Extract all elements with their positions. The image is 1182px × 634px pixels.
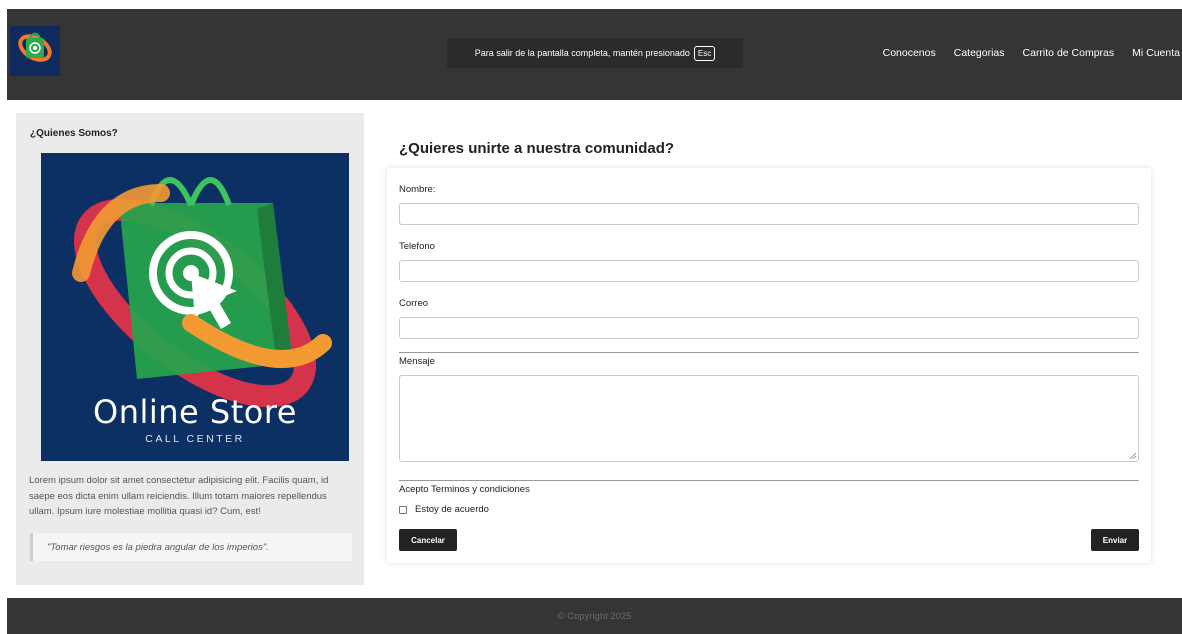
hero-title: Online Store [93,393,297,431]
name-field[interactable] [399,203,1139,225]
nav-carrito[interactable]: Carrito de Compras [1023,47,1115,59]
resize-handle-icon[interactable] [1130,453,1136,459]
fullscreen-notice: Para salir de la pantalla completa, mant… [447,38,743,68]
site-header: Para salir de la pantalla completa, mant… [7,9,1182,100]
copyright-text: © Copyright 2025 [557,610,632,622]
terms-divider [399,480,1139,481]
message-textarea[interactable] [399,375,1139,462]
email-field[interactable] [399,317,1139,339]
nav-conocenos[interactable]: Conocenos [883,47,936,59]
cancel-button[interactable]: Cancelar [399,529,457,551]
agree-checkbox[interactable] [399,505,407,514]
message-divider [399,352,1139,353]
agree-row: Estoy de acuerdo [399,504,489,515]
fullscreen-notice-text: Para salir de la pantalla completa, mant… [474,48,690,58]
about-paragraph: Lorem ipsum dolor sit amet consectetur a… [29,475,329,517]
store-logo[interactable] [10,26,60,76]
message-label: Mensaje [399,356,435,367]
terms-label: Acepto Terminos y condiciones [399,484,530,495]
about-quote: "Tomar riesgos es la piedra angular de l… [30,533,352,561]
submit-button[interactable]: Enviar [1091,529,1139,551]
email-label: Correo [399,298,429,309]
about-sidebar: ¿Quienes Somos? Online Store CALL CENTER… [16,113,364,585]
sidebar-title: ¿Quienes Somos? [30,128,118,139]
store-hero-image: Online Store CALL CENTER [41,153,349,461]
esc-key-badge: Esc [693,45,716,61]
phone-field[interactable] [399,260,1139,282]
nav-mi-cuenta[interactable]: Mi Cuenta [1132,47,1180,59]
hero-subtitle: CALL CENTER [145,433,245,445]
name-label: Nombre: [399,184,436,195]
top-strip [0,0,1182,9]
phone-label: Telefono [399,241,435,252]
main-nav: Conocenos Categorias Carrito de Compras … [883,47,1180,59]
contact-form: Nombre: Telefono Correo Mensaje Acepto T… [387,168,1151,563]
nav-categorias[interactable]: Categorias [954,47,1005,59]
form-title: ¿Quieres unirte a nuestra comunidad? [399,140,675,157]
site-footer: © Copyright 2025 [7,598,1182,634]
agree-label[interactable]: Estoy de acuerdo [415,504,489,515]
